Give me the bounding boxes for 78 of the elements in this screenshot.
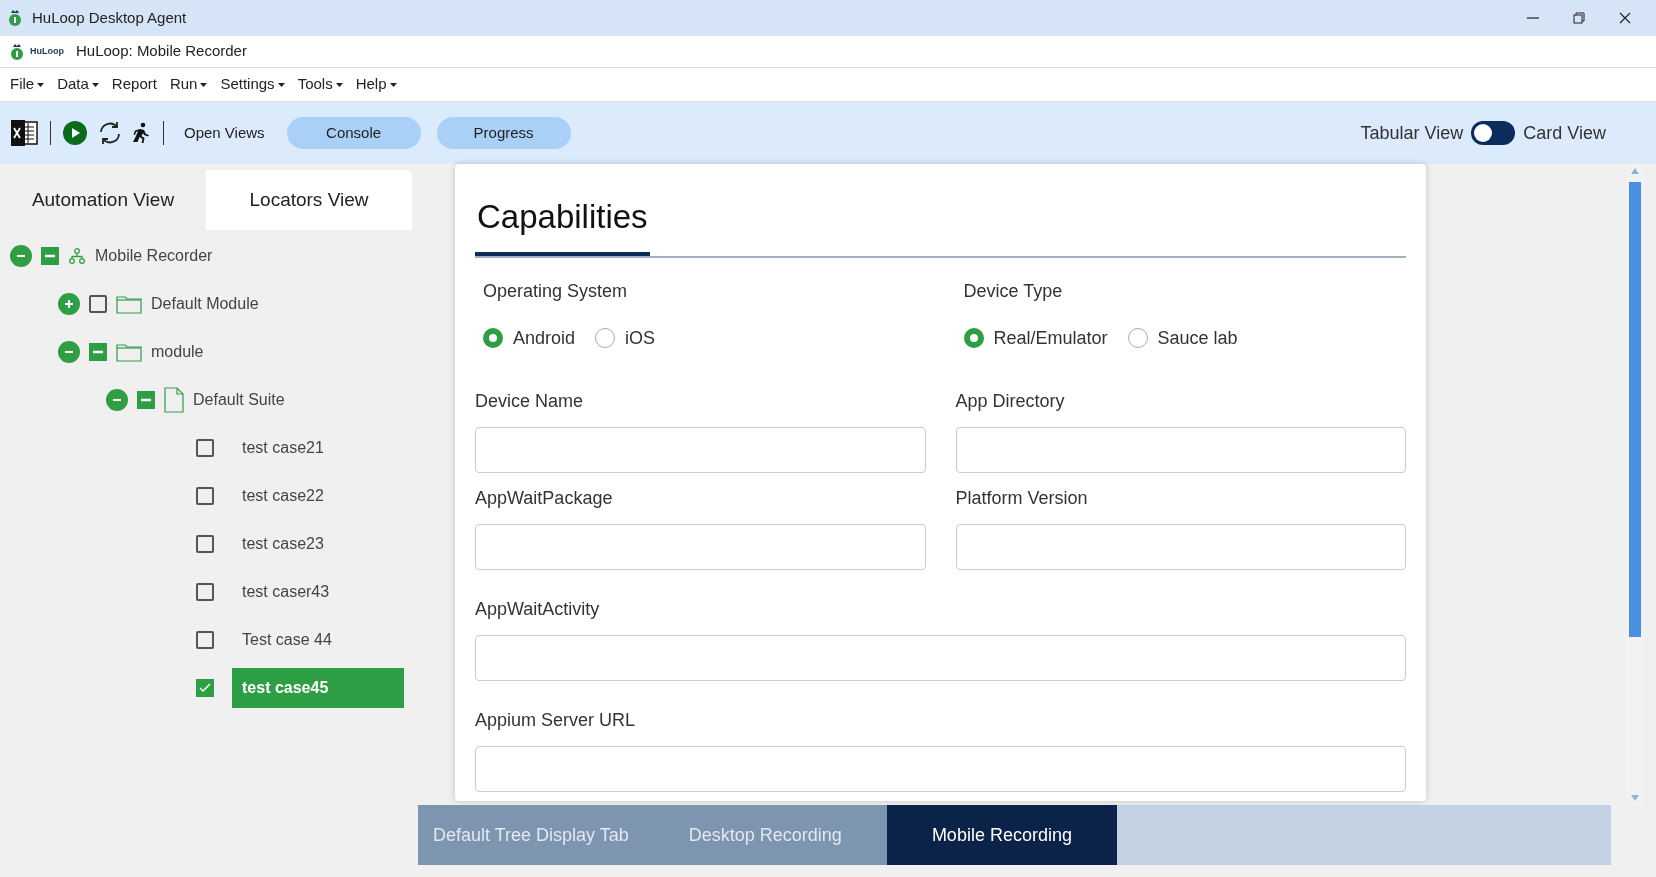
logo-icon: [8, 9, 22, 27]
checkbox[interactable]: [89, 295, 107, 313]
group-label: Operating System: [483, 279, 629, 303]
tree-item[interactable]: Test case 44: [232, 620, 342, 660]
input-field[interactable]: [955, 523, 1406, 570]
app-title: HuLoop: Mobile Recorder: [76, 41, 247, 62]
tree-item[interactable]: test case23: [232, 524, 334, 564]
view-toggle[interactable]: [1471, 121, 1516, 145]
folder-icon: [116, 342, 142, 362]
collapse-icon[interactable]: [10, 245, 32, 267]
radio-option[interactable]: iOS: [595, 324, 656, 352]
expand-icon[interactable]: [58, 293, 80, 315]
card-title: Capabilities: [475, 192, 650, 256]
collapse-icon[interactable]: [106, 389, 128, 411]
toolbar-button[interactable]: Console: [286, 117, 421, 149]
collapse-icon[interactable]: [58, 341, 80, 363]
logo-text: HuLoop: [30, 44, 64, 58]
checkbox[interactable]: [137, 391, 155, 409]
menu-item[interactable]: Run: [169, 73, 208, 96]
open-views-button[interactable]: Open Views: [176, 121, 273, 145]
input-field[interactable]: [475, 523, 926, 570]
bottom-tab[interactable]: Mobile Recording: [886, 805, 1117, 865]
caret-icon: [389, 82, 397, 87]
menu-item[interactable]: File: [10, 73, 45, 96]
menu-item[interactable]: Help: [355, 73, 397, 96]
logo-icon: [10, 42, 24, 61]
toggle-label: Card View: [1523, 121, 1606, 145]
field-label: App Directory: [955, 389, 1066, 413]
running-person-icon[interactable]: [131, 122, 151, 144]
scroll-up-icon[interactable]: [1631, 168, 1639, 174]
tree-item[interactable]: Default Module: [151, 292, 259, 316]
group-label: Device Type: [963, 279, 1064, 303]
checkbox[interactable]: [41, 247, 59, 265]
field-label: Appium Server URL: [475, 708, 637, 732]
view-tab[interactable]: Automation View: [0, 170, 206, 230]
window-title: HuLoop Desktop Agent: [32, 7, 187, 28]
checkbox[interactable]: [196, 439, 214, 457]
field-label: AppWaitPackage: [475, 486, 614, 510]
caret-icon: [91, 82, 99, 87]
menu-item[interactable]: Report: [111, 73, 157, 96]
tree-item[interactable]: test case22: [232, 476, 334, 516]
spreadsheet-icon[interactable]: [10, 119, 38, 147]
menu-item[interactable]: Settings: [220, 73, 285, 96]
menu-item[interactable]: Data: [57, 73, 99, 96]
input-field[interactable]: [955, 426, 1406, 473]
play-icon[interactable]: [63, 121, 87, 145]
refresh-icon[interactable]: [97, 120, 123, 146]
checkbox[interactable]: [196, 487, 214, 505]
radio-option[interactable]: Sauce lab: [1127, 324, 1238, 352]
caret-icon: [37, 82, 45, 87]
radio-option[interactable]: Real/Emulator: [963, 324, 1108, 352]
toggle-label: Tabular View: [1360, 121, 1464, 145]
scroll-down-icon[interactable]: [1631, 795, 1639, 801]
folder-icon: [116, 294, 142, 314]
tree-item[interactable]: Default Suite: [193, 388, 285, 412]
hierarchy-icon: [68, 247, 86, 265]
checkbox[interactable]: [196, 535, 214, 553]
radio-option[interactable]: Android: [483, 324, 576, 352]
caret-icon: [277, 82, 285, 87]
field-label: Device Name: [475, 389, 585, 413]
field-label: Platform Version: [955, 486, 1089, 510]
tree-item[interactable]: Mobile Recorder: [95, 244, 213, 268]
checkbox[interactable]: [89, 343, 107, 361]
input-field[interactable]: [475, 426, 926, 473]
tree-item[interactable]: test case21: [232, 428, 334, 468]
caret-icon: [200, 82, 208, 87]
menu-item[interactable]: Tools: [297, 73, 343, 96]
input-field[interactable]: [475, 745, 1406, 792]
tree-item[interactable]: test caser43: [232, 572, 340, 612]
input-field[interactable]: [475, 634, 1406, 681]
field-label: AppWaitActivity: [475, 597, 601, 621]
file-icon: [164, 387, 184, 413]
caret-icon: [335, 82, 343, 87]
view-tab[interactable]: Locators View: [206, 170, 412, 230]
tree-item[interactable]: module: [151, 340, 204, 364]
toolbar-button[interactable]: Progress: [436, 117, 571, 149]
checkbox[interactable]: [196, 631, 214, 649]
checkbox[interactable]: [196, 583, 214, 601]
